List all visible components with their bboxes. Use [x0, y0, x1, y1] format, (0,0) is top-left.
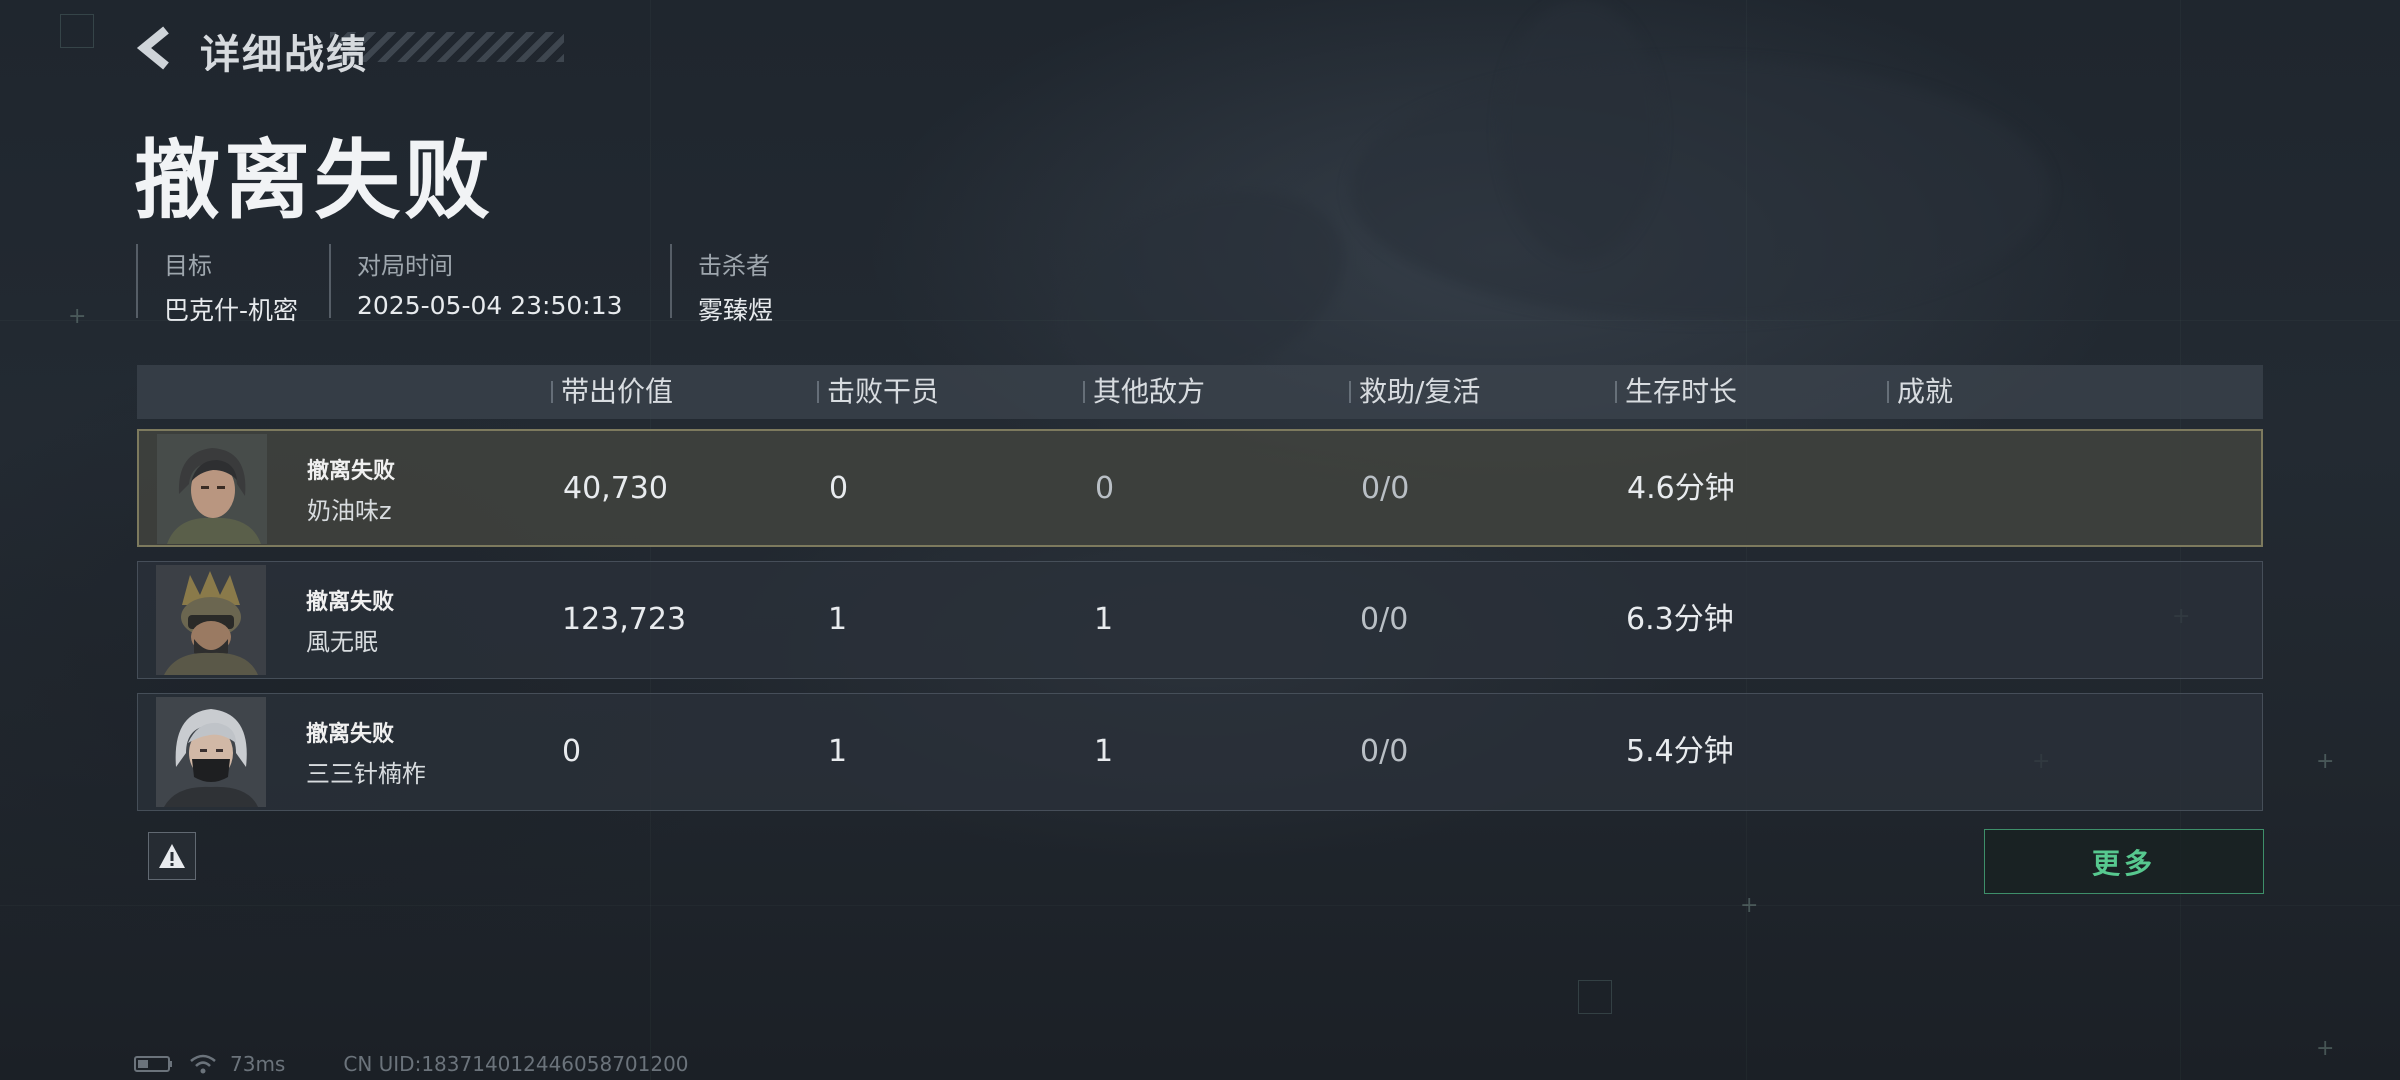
row-status: 撤离失败 — [306, 590, 395, 615]
column-header-other-enemies: 其他敌方 — [1083, 365, 1205, 419]
info-value: 巴克什-机密 — [164, 296, 299, 325]
player-name: 奶油味z — [307, 497, 392, 525]
uid-text: CN UID:183714012446058701200 — [343, 1052, 689, 1076]
avatar — [157, 434, 267, 544]
info-match-time: 对局时间 2025-05-04 23:50:13 — [329, 244, 667, 320]
operator-portrait-icon — [156, 697, 266, 807]
row-status: 撤离失败 — [306, 722, 395, 747]
cell-other-enemies: 0 — [1095, 471, 1115, 506]
cell-other-enemies: 1 — [1094, 602, 1114, 637]
cell-kills: 0 — [829, 471, 849, 506]
cell-assist: 0/0 — [1360, 734, 1409, 769]
column-header-survival: 生存时长 — [1615, 365, 1737, 419]
table-header: 带出价值 击败干员 其他敌方 救助/复活 生存时长 成就 — [137, 365, 2263, 419]
cell-survival: 4.6分钟 — [1627, 471, 1735, 506]
cell-survival: 5.4分钟 — [1626, 734, 1734, 769]
column-header-kills: 击败干员 — [817, 365, 939, 419]
wifi-icon — [190, 1054, 216, 1074]
background-shape — [1500, 0, 1660, 260]
crosshair-mark: + — [68, 304, 87, 329]
back-arrow-icon — [136, 26, 169, 70]
system-status-bar: 73ms CN UID:183714012446058701200 — [134, 1052, 689, 1076]
cell-kills: 1 — [828, 602, 848, 637]
avatar — [156, 697, 266, 807]
info-killer: 击杀者 雾臻煜 — [670, 244, 898, 325]
header-title: 详细战绩 — [200, 32, 368, 78]
info-label: 目标 — [164, 252, 212, 280]
table-row[interactable]: 撤离失败 風无眠 123,723 1 1 0/0 6.3分钟 — [137, 561, 2263, 679]
corner-frame — [60, 14, 94, 48]
grid-line — [0, 320, 2400, 321]
background-shape — [1350, 60, 2050, 320]
cell-other-enemies: 1 — [1094, 734, 1114, 769]
more-button[interactable]: 更多 — [1984, 829, 2264, 894]
info-value: 2025-05-04 23:50:13 — [357, 291, 623, 320]
table-row[interactable]: 撤离失败 奶油味z 40,730 0 0 0/0 4.6分钟 — [137, 429, 2263, 547]
cell-assist: 0/0 — [1361, 471, 1410, 506]
cell-value: 0 — [562, 734, 582, 769]
table-row[interactable]: 撤离失败 三三针楠柞 0 1 1 0/0 5.4分钟 — [137, 693, 2263, 811]
column-header-assist: 救助/复活 — [1349, 365, 1480, 419]
back-button[interactable] — [132, 24, 180, 72]
info-label: 对局时间 — [357, 252, 453, 280]
cell-value: 123,723 — [562, 602, 687, 637]
ping-text: 73ms — [230, 1052, 286, 1076]
operator-portrait-icon — [157, 434, 267, 544]
grid-line — [0, 905, 2400, 906]
battery-icon — [134, 1056, 172, 1072]
cell-assist: 0/0 — [1360, 602, 1409, 637]
column-header-achievement: 成就 — [1887, 365, 1953, 419]
cell-kills: 1 — [828, 734, 848, 769]
crosshair-mark: + — [2316, 749, 2335, 774]
operator-portrait-icon — [156, 565, 266, 675]
cell-value: 40,730 — [563, 471, 668, 506]
info-target: 目标 巴克什-机密 — [136, 244, 356, 325]
report-button[interactable] — [148, 832, 196, 880]
row-status: 撤离失败 — [307, 459, 396, 484]
player-name: 風无眠 — [306, 628, 378, 656]
page-title: 撤离失败 — [134, 131, 494, 231]
corner-frame — [1578, 980, 1612, 1014]
info-label: 击杀者 — [698, 252, 770, 280]
warning-icon — [159, 844, 185, 868]
column-header-value: 带出价值 — [551, 365, 673, 419]
cell-survival: 6.3分钟 — [1626, 602, 1734, 637]
crosshair-mark: + — [2316, 1036, 2335, 1061]
player-name: 三三针楠柞 — [306, 760, 426, 788]
info-value: 雾臻煜 — [698, 296, 774, 325]
crosshair-mark: + — [1740, 893, 1759, 918]
avatar — [156, 565, 266, 675]
